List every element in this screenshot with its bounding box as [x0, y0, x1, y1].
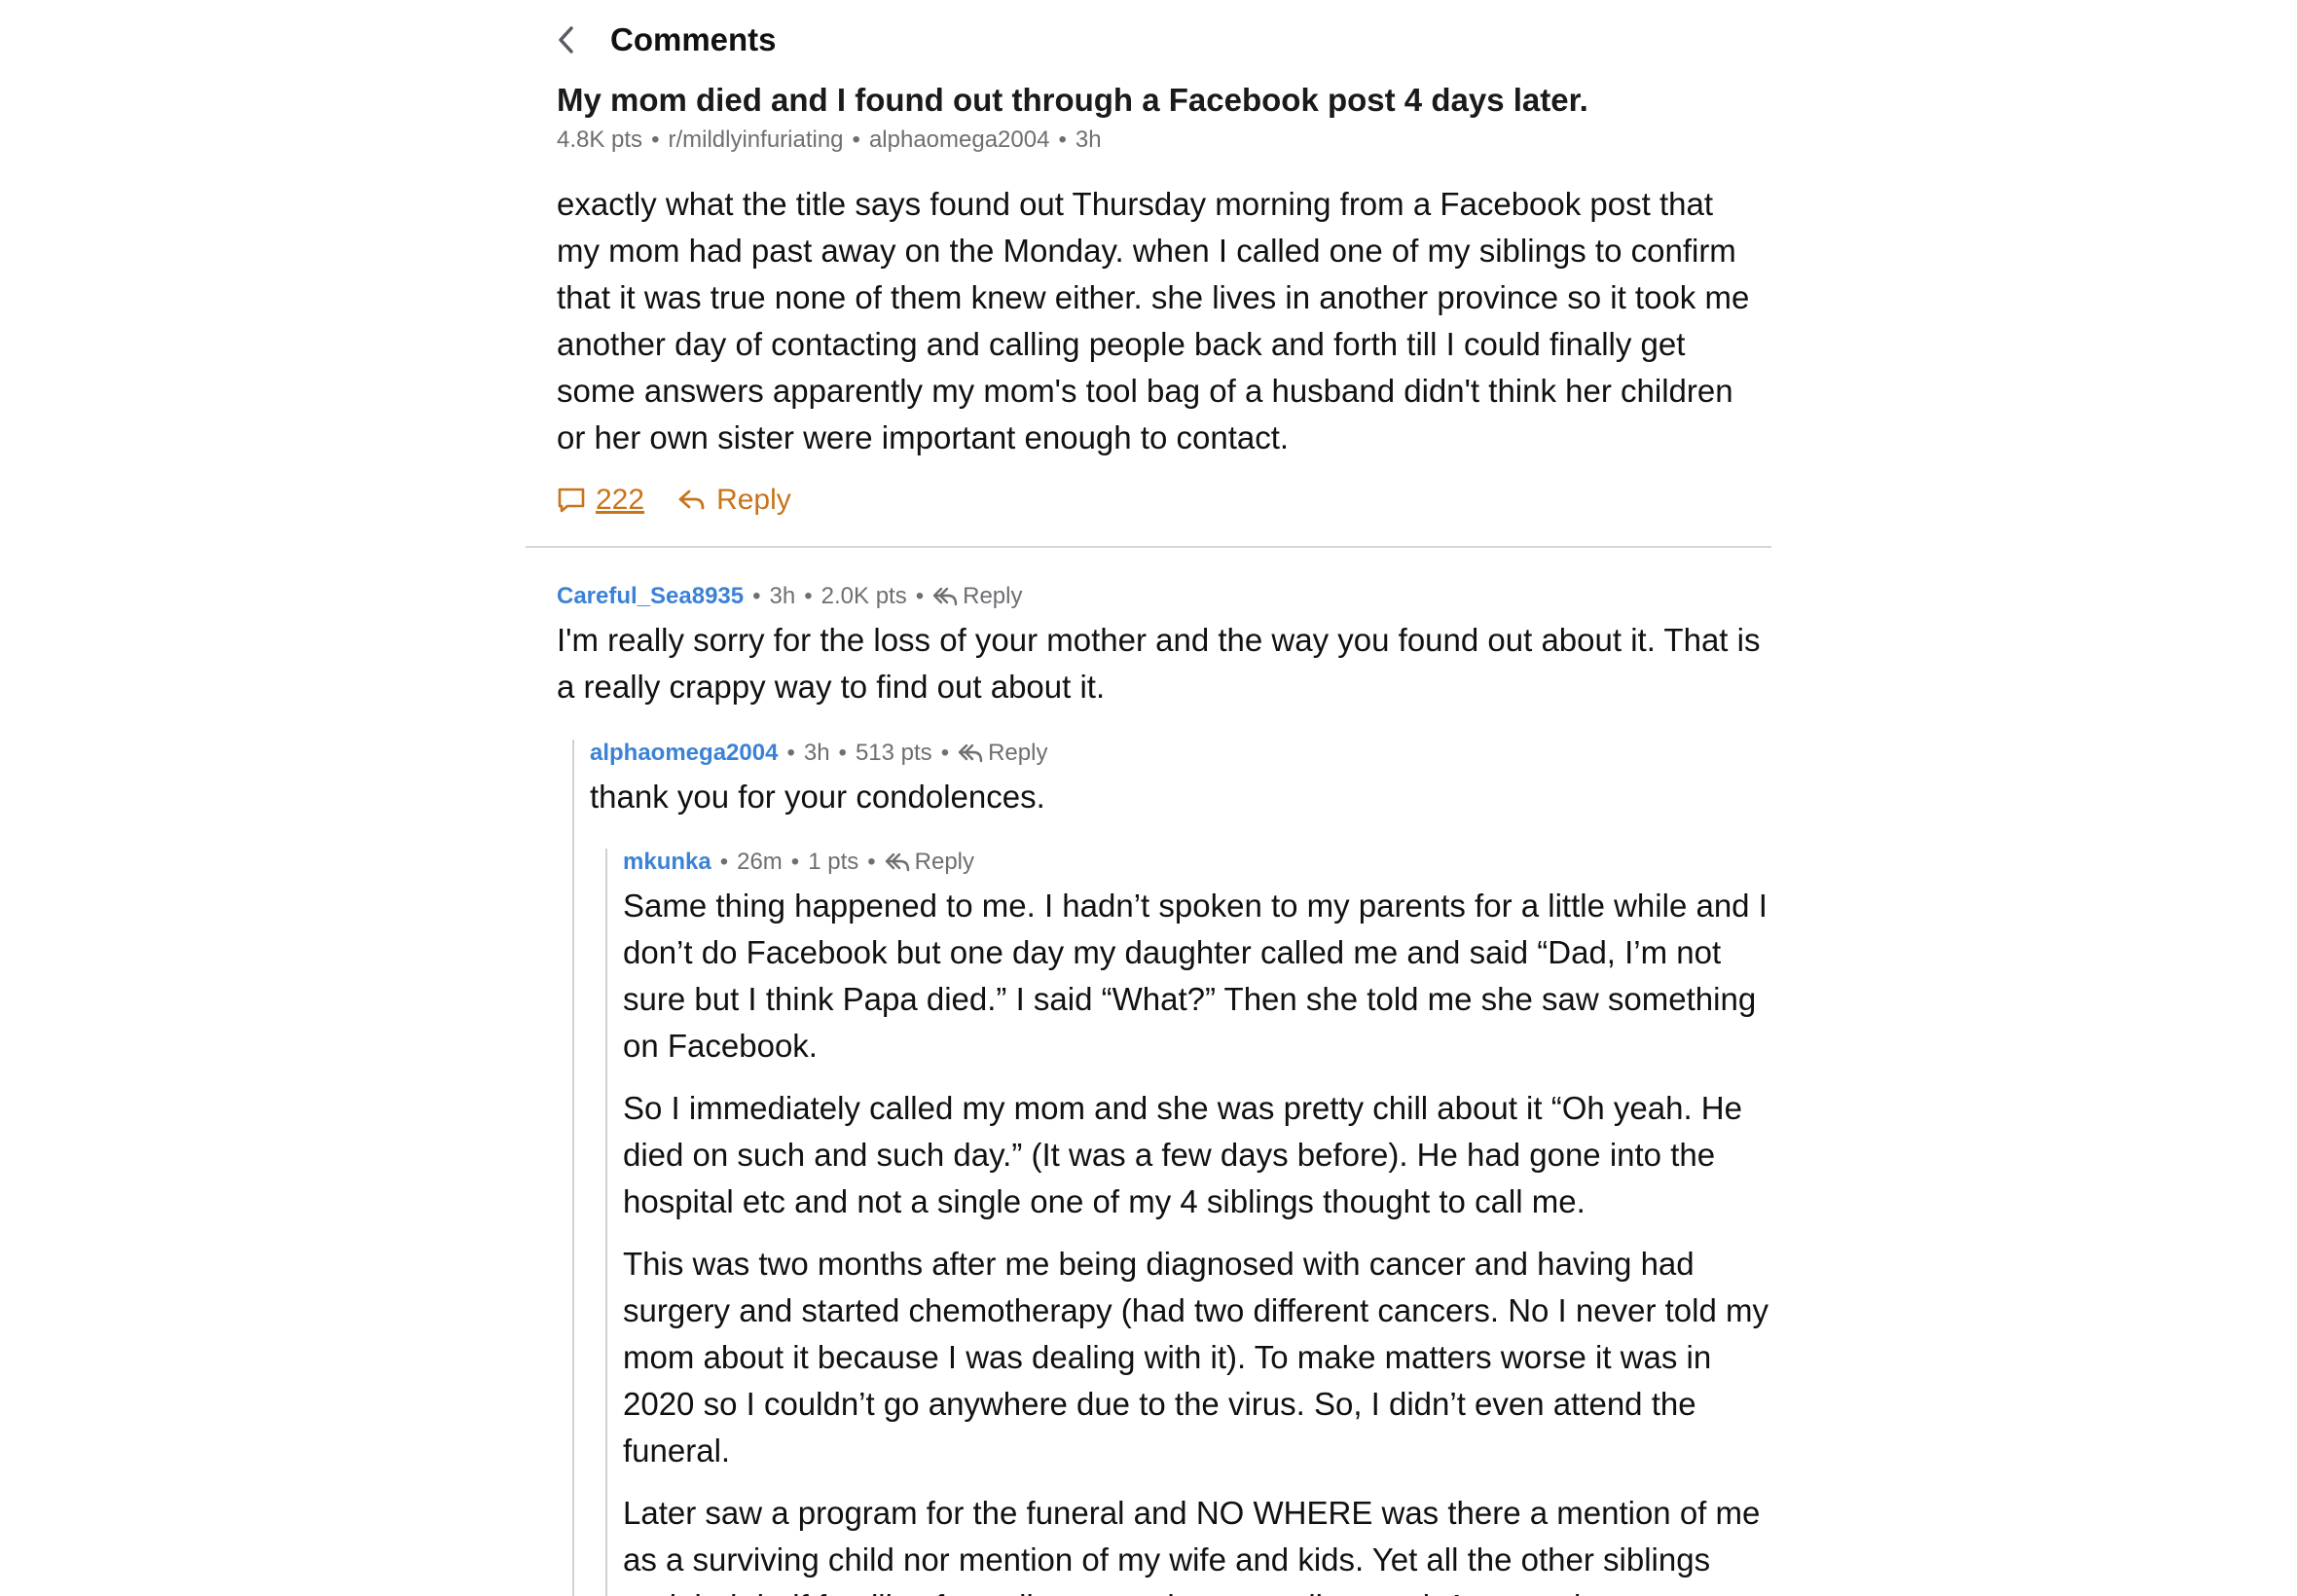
- post-divider: [526, 546, 1771, 548]
- reply-label: Reply: [988, 740, 1048, 766]
- comment-paragraph: Later saw a program for the funeral and …: [623, 1495, 1761, 1596]
- comment-points: 1 pts: [808, 849, 859, 875]
- comment-reply-button[interactable]: Reply: [885, 849, 974, 876]
- comment: Careful_Sea8935 • 3h • 2.0K pts • Reply I'm re…: [557, 580, 1764, 710]
- comment-reply-button[interactable]: Reply: [932, 583, 1022, 610]
- separator-dot: •: [786, 740, 795, 766]
- separator-dot: •: [804, 583, 813, 609]
- separator-dot: •: [651, 127, 660, 153]
- post-age: 3h: [1075, 127, 1102, 153]
- comment-reply-button[interactable]: Reply: [958, 740, 1047, 767]
- separator-dot: •: [790, 849, 800, 875]
- comment-count-button[interactable]: 222: [557, 484, 644, 517]
- comment-author[interactable]: alphaomega2004: [590, 740, 778, 767]
- comment-meta: alphaomega2004 • 3h • 513 pts • Reply: [590, 737, 1768, 770]
- post-author[interactable]: alphaomega2004: [869, 127, 1050, 153]
- separator-dot: •: [752, 583, 761, 609]
- comment-author[interactable]: mkunka: [623, 849, 711, 876]
- comment: mkunka • 26m • 1 pts • Reply Same thing happen…: [623, 846, 1771, 1596]
- comment-age: 26m: [737, 849, 783, 875]
- comment-count: 222: [596, 484, 645, 516]
- comment-bubble-icon: [558, 488, 585, 513]
- comment-body: I'm really sorry for the loss of your mo…: [557, 622, 1761, 705]
- post-subreddit[interactable]: r/mildlyinfuriating: [668, 127, 843, 153]
- page-title: Comments: [610, 21, 777, 57]
- separator-dot: •: [838, 740, 847, 766]
- thread-line[interactable]: [572, 740, 574, 1596]
- comment-paragraph: So I immediately called my mom and she w…: [623, 1090, 1742, 1219]
- separator-dot: •: [852, 127, 860, 153]
- comment-author[interactable]: Careful_Sea8935: [557, 583, 744, 610]
- back-button[interactable]: [557, 20, 578, 59]
- post-points: 4.8K pts: [557, 127, 643, 153]
- separator-dot: •: [1058, 127, 1067, 153]
- comment-points: 2.0K pts: [820, 583, 907, 609]
- comment-paragraph: Same thing happened to me. I hadn’t spok…: [623, 888, 1768, 1064]
- post-reply-button[interactable]: Reply: [677, 484, 791, 517]
- post-meta: 4.8K pts • r/mildlyinfuriating • alphaomega2…: [557, 127, 1102, 154]
- comment-paragraph: This was two months after me being diagn…: [623, 1246, 1768, 1469]
- comment-age: 3h: [769, 583, 796, 609]
- reply-arrow-icon: [932, 587, 958, 606]
- comment: alphaomega2004 • 3h • 513 pts • Reply thank yo…: [590, 737, 1768, 820]
- top-bar: Comments: [557, 18, 777, 62]
- comment-points: 513 pts: [855, 740, 932, 766]
- comment-meta: Careful_Sea8935 • 3h • 2.0K pts • Reply: [557, 580, 1764, 613]
- chevron-left-icon: [559, 26, 573, 54]
- comments-page: Comments My mom died and I found out thr…: [0, 0, 2297, 1596]
- separator-dot: •: [940, 740, 950, 766]
- reply-label: Reply: [914, 849, 974, 875]
- reply-arrow-icon: [678, 490, 705, 510]
- comment-meta: mkunka • 26m • 1 pts • Reply: [623, 846, 1771, 879]
- thread-line[interactable]: [605, 849, 607, 1596]
- reply-label: Reply: [716, 484, 791, 516]
- post-title: My mom died and I found out through a Fa…: [557, 82, 1588, 118]
- comment-body: thank you for your condolences.: [590, 779, 1045, 815]
- separator-dot: •: [719, 849, 729, 875]
- post-actions: 222 Reply: [557, 481, 791, 520]
- reply-arrow-icon: [958, 744, 983, 763]
- post-body: exactly what the title says found out Th…: [557, 186, 1750, 455]
- comment-age: 3h: [803, 740, 830, 766]
- separator-dot: •: [915, 583, 925, 609]
- reply-label: Reply: [963, 583, 1023, 609]
- comment-body: Same thing happened to me. I hadn’t spok…: [623, 883, 1771, 1596]
- separator-dot: •: [867, 849, 876, 875]
- reply-arrow-icon: [885, 852, 909, 872]
